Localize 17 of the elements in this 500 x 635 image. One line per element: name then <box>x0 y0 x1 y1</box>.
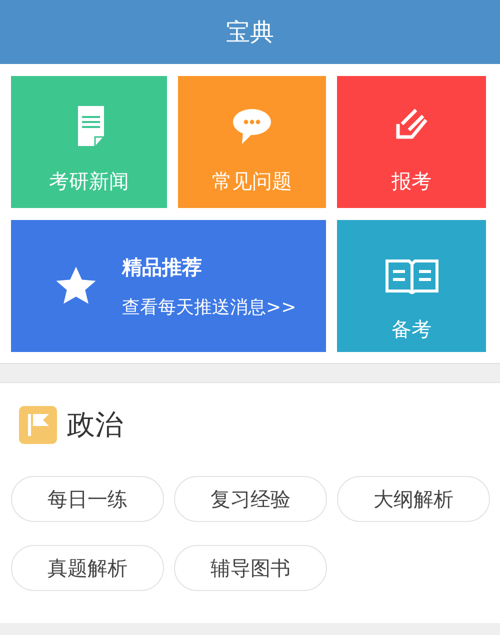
topic-button[interactable]: 真题解析 <box>11 545 164 591</box>
tile-label: 考研新闻 <box>49 168 129 195</box>
tile-label: 精品推荐 <box>122 254 203 280</box>
tile-label: 报考 <box>392 168 432 195</box>
book-icon <box>384 258 438 294</box>
menu-tile[interactable]: 精品推荐 查看每天推送消息>> <box>11 220 326 352</box>
page-title: 宝典 <box>226 17 274 48</box>
topic-button[interactable]: 大纲解析 <box>337 476 490 522</box>
tile-label: 备考 <box>392 316 432 343</box>
tile-label: 常见问题 <box>212 168 292 195</box>
section-title: 政治 <box>67 407 123 443</box>
tile-subtitle: 查看每天推送消息>> <box>122 296 296 318</box>
topic-button[interactable]: 每日一练 <box>11 476 164 522</box>
flag-icon <box>19 406 57 444</box>
topic-button[interactable]: 辅导图书 <box>174 545 327 591</box>
speech-bubble-icon <box>232 106 272 146</box>
topic-button[interactable]: 复习经验 <box>174 476 327 522</box>
